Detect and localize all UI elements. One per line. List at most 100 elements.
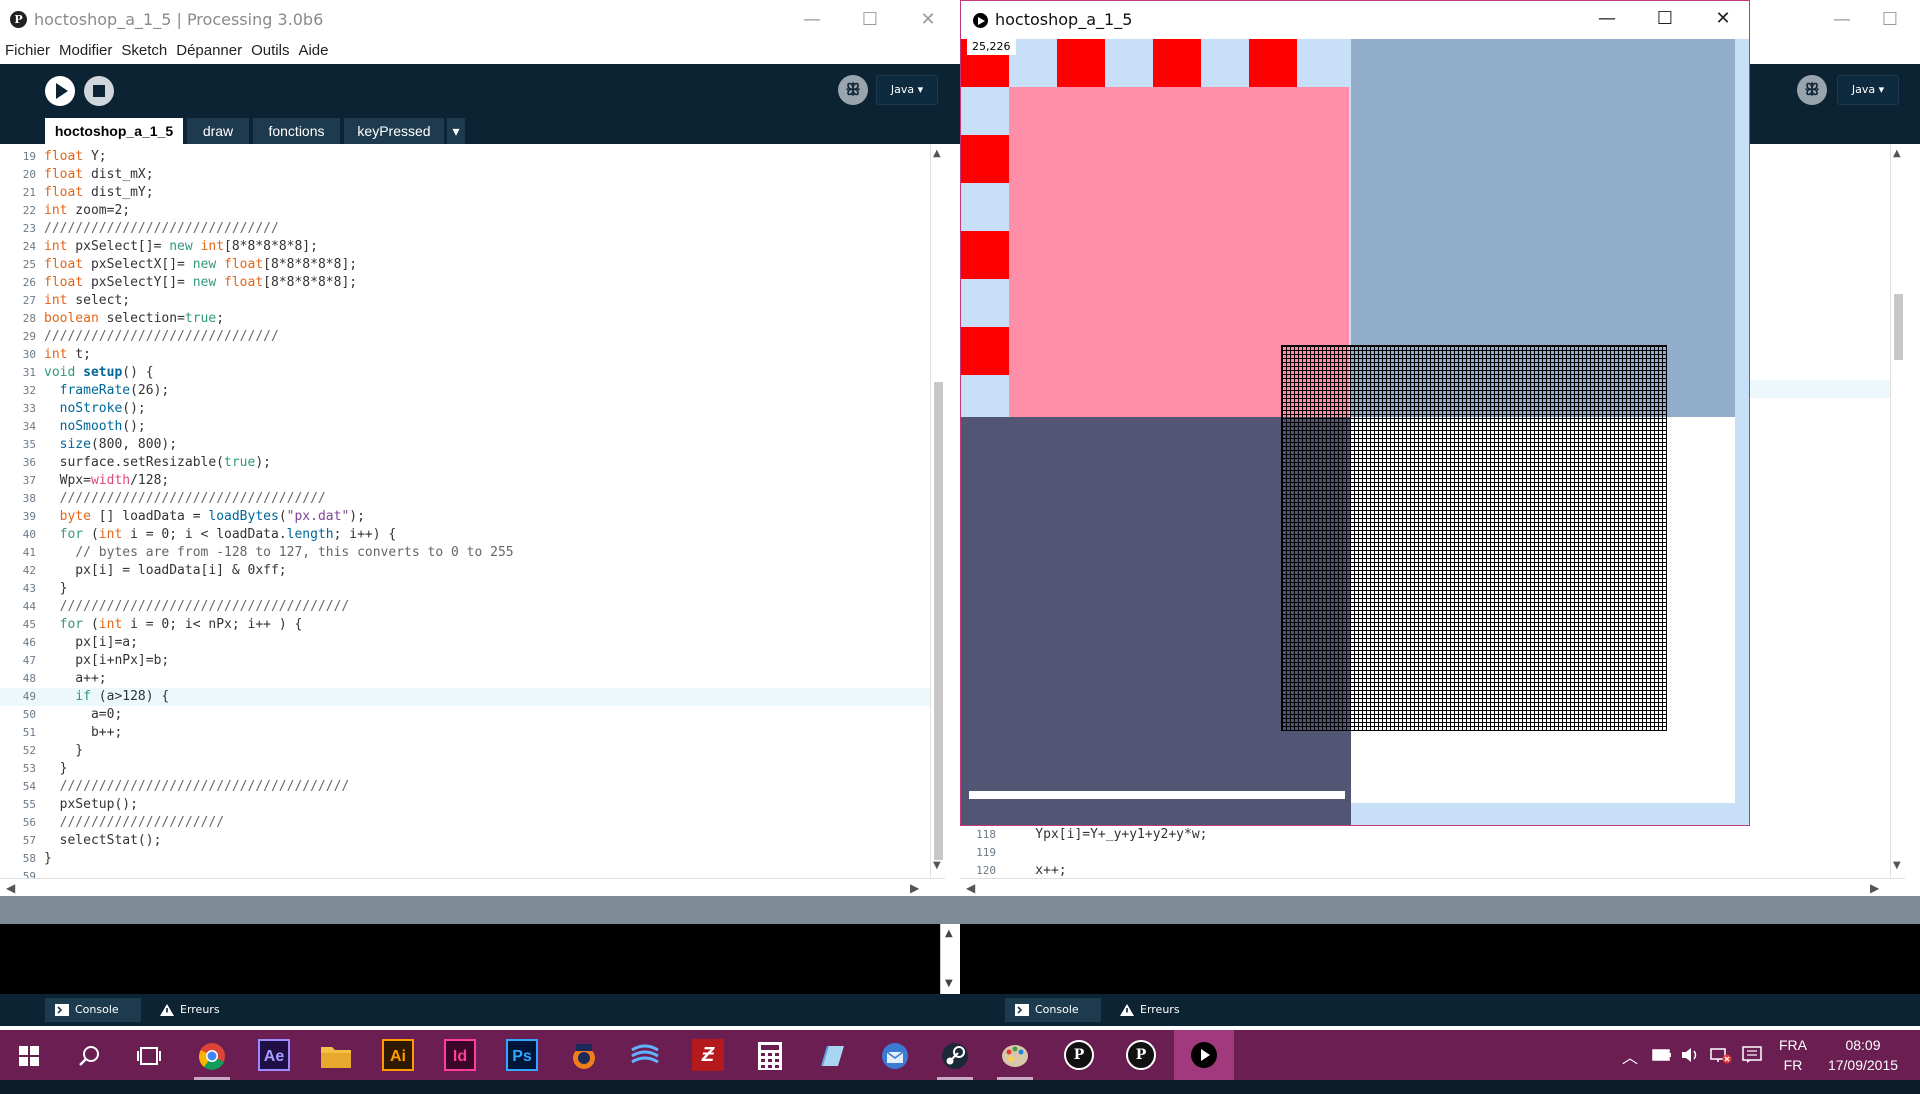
scroll-left-icon[interactable]: ◀ [6,879,15,897]
minimize-button[interactable]: — [792,6,832,34]
code-line[interactable]: 28 boolean selection=true; [0,310,930,328]
sketch-title-bar[interactable]: hoctoshop_a_1_5 — ☐ ✕ [961,1,1749,39]
console-tab[interactable]: Console [45,998,141,1022]
sketch-canvas[interactable]: 25,226 [961,39,1749,825]
secondary-console-output[interactable] [960,924,1920,994]
code-line[interactable]: 52 } [0,742,930,760]
debug-butterfly-icon[interactable]: ꕥ [838,75,868,105]
console-scroll-up-icon[interactable]: ▲ [945,928,953,939]
code-line[interactable]: 34 noSmooth(); [0,418,930,436]
secondary-horizontal-scrollbar[interactable]: ◀ ▶ [960,878,1905,896]
secondary-errors-tab[interactable]: Erreurs [1110,998,1200,1022]
clock[interactable]: 08:09 17/09/2015 [1818,1035,1908,1085]
tab-overflow-menu[interactable]: ▾ [447,118,465,144]
secondary-scroll-left-icon[interactable]: ◀ [966,879,975,897]
code-line[interactable]: 39 byte [] loadData = loadBytes("px.dat"… [0,508,930,526]
code-line[interactable]: 51 b++; [0,724,930,742]
code-line[interactable]: 43 } [0,580,930,598]
code-line[interactable]: 54 ///////////////////////////////////// [0,778,930,796]
editor-vertical-scrollbar[interactable]: ▲ ▼ [930,144,945,878]
tab-hoctoshop[interactable]: hoctoshop_a_1_5 [45,118,183,144]
secondary-scroll-right-icon[interactable]: ▶ [1870,879,1879,897]
secondary-scrollbar-thumb[interactable] [1894,294,1903,360]
code-editor[interactable]: 19 float Y; 20 float dist_mX; 21 float dist_m… [0,144,945,878]
scroll-right-icon[interactable]: ▶ [910,879,919,897]
code-line[interactable]: 32 frameRate(26); [0,382,930,400]
code-line[interactable]: 21 float dist_mY; [0,184,930,202]
console-scrollbar[interactable]: ▲ ▼ [940,924,960,994]
tab-fonctions[interactable]: fonctions [253,118,340,144]
code-line[interactable]: 37 Wpx=width/128; [0,472,930,490]
processing-app-icon[interactable]: P [1064,1040,1094,1070]
visual-studio-code-like-icon[interactable] [630,1044,660,1068]
tray-overflow-chevron-icon[interactable]: ︿ [1622,1044,1638,1094]
secondary-mode-selector[interactable]: Java ▾ [1837,75,1899,105]
code-line[interactable]: 22 int zoom=2; [0,202,930,220]
input-language-indicator[interactable]: FRA FR [1775,1035,1811,1085]
after-effects-icon[interactable]: Ae [258,1039,290,1071]
processing-app-icon-second[interactable]: P [1126,1040,1156,1070]
code-line[interactable]: 47 px[i+nPx]=b; [0,652,930,670]
code-line[interactable]: 45 for (int i = 0; i< nPx; i++ ) { [0,616,930,634]
code-line[interactable]: 27 int select; [0,292,930,310]
code-line[interactable]: 24 int pxSelect[]= new int[8*8*8*8*8]; [0,238,930,256]
illustrator-icon[interactable]: Ai [382,1039,414,1071]
code-line[interactable]: 120 x++; [960,862,1890,878]
code-line[interactable]: 40 for (int i = 0; i < loadData.length; … [0,526,930,544]
code-line[interactable]: 38 ////////////////////////////////// [0,490,930,508]
volume-icon[interactable] [1680,1046,1700,1064]
thunderbird-icon[interactable] [880,1041,910,1071]
code-line[interactable]: 56 ///////////////////// [0,814,930,832]
code-line[interactable]: 49 if (a>128) { [0,688,930,706]
run-button[interactable] [45,76,75,106]
code-line[interactable]: 25 float pxSelectX[]= new float[8*8*8*8*8… [0,256,930,274]
code-line[interactable]: 33 noStroke(); [0,400,930,418]
battery-icon[interactable] [1652,1048,1672,1062]
blender-like-app-icon[interactable] [570,1042,598,1070]
secondary-scroll-up-icon[interactable]: ▲ [1893,148,1901,159]
code-line[interactable]: 23 ////////////////////////////// [0,220,930,238]
code-line[interactable]: 29 ////////////////////////////// [0,328,930,346]
menu-depanner[interactable]: Dépanner [176,40,242,62]
code-line[interactable]: 19 float Y; [0,148,930,166]
chrome-icon[interactable] [198,1042,226,1070]
code-line[interactable]: 57 selectStat(); [0,832,930,850]
code-line[interactable]: 58} [0,850,930,868]
sketch-minimize-button[interactable]: — [1587,5,1627,33]
code-line[interactable]: 55 pxSetup(); [0,796,930,814]
code-line[interactable]: 42 px[i] = loadData[i] & 0xff; [0,562,930,580]
sketch-output-window[interactable]: hoctoshop_a_1_5 — ☐ ✕ 25,226 [960,0,1750,826]
editor-horizontal-scrollbar[interactable]: ◀ ▶ [0,878,945,896]
code-line[interactable]: 44 ///////////////////////////////////// [0,598,930,616]
code-line[interactable]: 30 int t; [0,346,930,364]
maximize-button[interactable]: ☐ [850,6,890,34]
secondary-maximize-button[interactable]: ☐ [1870,6,1910,34]
code-line[interactable]: 53 } [0,760,930,778]
code-line[interactable]: 36 surface.setResizable(true); [0,454,930,472]
photoshop-icon[interactable]: Ps [506,1039,538,1071]
menu-modifier[interactable]: Modifier [59,40,112,62]
network-disconnected-icon[interactable] [1710,1046,1732,1064]
filezilla-icon[interactable]: Ƶ [692,1039,724,1071]
selection-grid-overlay[interactable] [1281,345,1667,731]
sketch-maximize-button[interactable]: ☐ [1645,5,1685,33]
code-line[interactable]: 20 float dist_mX; [0,166,930,184]
task-view-icon[interactable] [137,1046,161,1066]
file-explorer-icon[interactable] [320,1043,352,1069]
secondary-scroll-down-icon[interactable]: ▼ [1893,860,1901,871]
steam-icon[interactable] [940,1041,970,1071]
stop-button[interactable] [84,76,114,106]
action-center-icon[interactable] [1742,1046,1762,1064]
tab-keypressed[interactable]: keyPressed [344,118,444,144]
search-icon[interactable] [79,1045,101,1067]
tab-draw[interactable]: draw [187,118,249,144]
secondary-debug-icon[interactable]: ꕥ [1797,75,1827,105]
code-line[interactable]: 46 px[i]=a; [0,634,930,652]
errors-tab[interactable]: Erreurs [150,998,240,1022]
code-line[interactable]: 35 size(800, 800); [0,436,930,454]
indesign-icon[interactable]: Id [444,1039,476,1071]
menu-aide[interactable]: Aide [298,40,328,62]
scroll-up-icon[interactable]: ▲ [933,148,941,159]
code-line[interactable]: 59 [0,868,930,878]
mode-selector[interactable]: Java ▾ [876,75,938,105]
